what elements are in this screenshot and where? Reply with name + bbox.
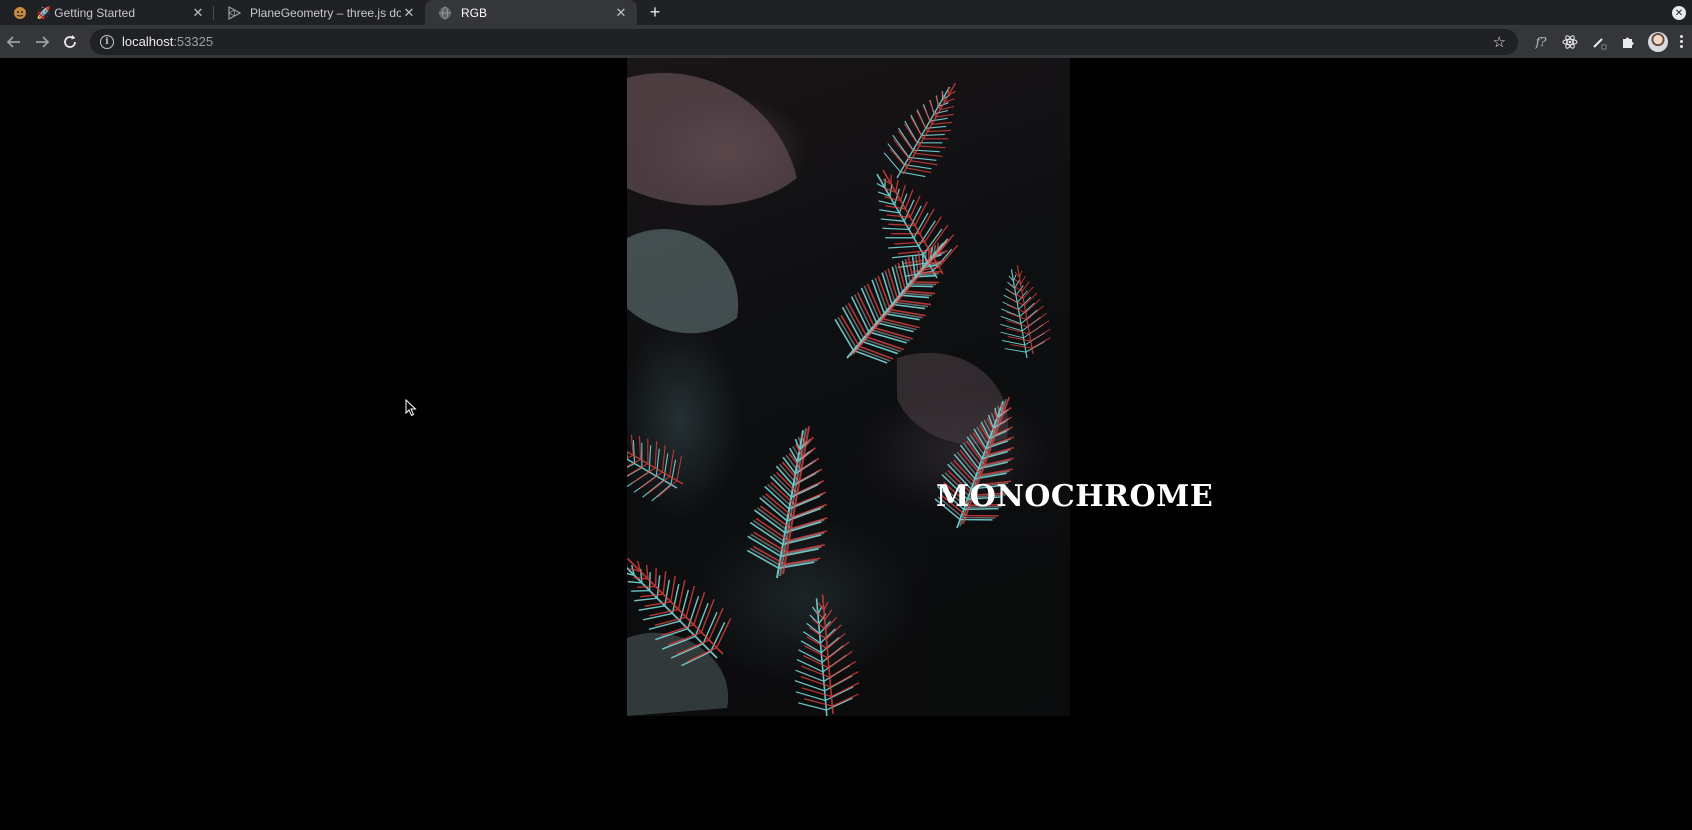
reload-button[interactable] <box>56 28 84 56</box>
forward-button[interactable] <box>28 28 56 56</box>
react-devtools-icon[interactable] <box>1557 29 1583 55</box>
close-tab-icon[interactable]: ✕ <box>190 5 206 21</box>
profile-avatar[interactable] <box>1648 31 1668 52</box>
address-port: :53325 <box>173 34 214 49</box>
browser-menu-icon[interactable] <box>1674 35 1688 48</box>
back-button[interactable] <box>0 28 28 56</box>
color-picker-icon[interactable] <box>1586 29 1612 55</box>
site-info-icon[interactable]: i <box>100 34 114 49</box>
extensions-puzzle-icon[interactable] <box>1615 29 1641 55</box>
tab-label: RGB <box>461 5 488 20</box>
monochrome-headline: MONOCHROME <box>936 479 1214 514</box>
address-host: localhost <box>122 34 174 49</box>
bookmark-star-icon[interactable]: ☆ <box>1493 33 1506 51</box>
tiger-favicon-icon <box>12 5 28 21</box>
threejs-logo-icon <box>226 5 242 21</box>
close-tab-icon[interactable]: ✕ <box>401 5 417 21</box>
page-viewport: MONOCHROME <box>0 58 1692 830</box>
window-close-icon[interactable]: ✕ <box>1672 6 1686 20</box>
close-tab-icon[interactable]: ✕ <box>613 5 629 21</box>
mouse-pointer-icon <box>405 399 417 417</box>
browser-toolbar: i localhost :53325 ☆ f? <box>0 25 1692 58</box>
rgb-shift-foliage-image <box>627 58 1070 716</box>
globe-icon <box>437 5 453 21</box>
tab-label: PlaneGeometry – three.js docs <box>250 5 401 20</box>
tab-label: 🚀 Getting Started <box>36 5 135 20</box>
tab-planegeometry[interactable]: PlaneGeometry – three.js docs ✕ <box>214 0 425 25</box>
new-tab-button[interactable]: + <box>639 0 671 25</box>
fern-leaves-illustration <box>627 69 1070 716</box>
extension-fx-button[interactable]: f? <box>1528 29 1554 55</box>
address-bar[interactable]: i localhost :53325 ☆ <box>90 28 1518 55</box>
back-arrow-icon <box>6 35 20 48</box>
forward-arrow-icon <box>36 35 50 48</box>
tab-getting-started[interactable]: 🚀 Getting Started ✕ <box>0 0 214 25</box>
tab-rgb[interactable]: RGB ✕ <box>425 0 637 25</box>
tab-strip: 🚀 Getting Started ✕ PlaneGeometry – thre… <box>0 0 1692 25</box>
reload-icon <box>64 34 76 48</box>
